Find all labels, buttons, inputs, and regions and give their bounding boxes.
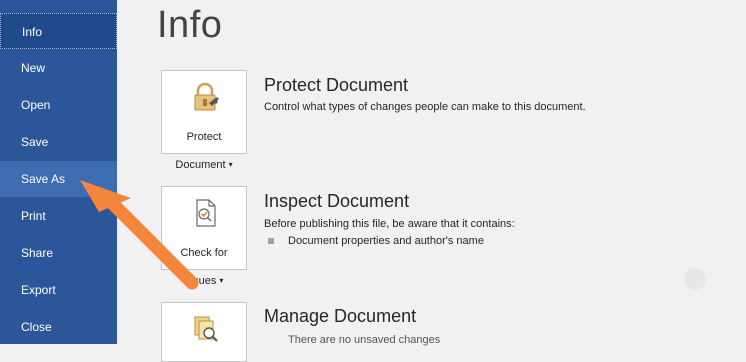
annotation-arrow-icon — [80, 180, 199, 290]
